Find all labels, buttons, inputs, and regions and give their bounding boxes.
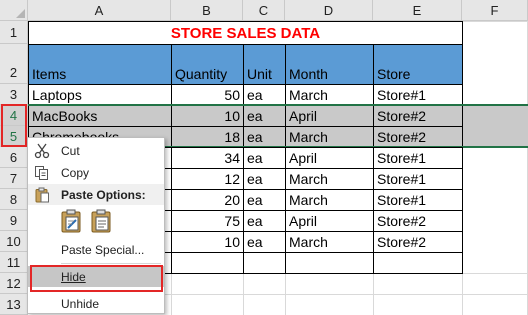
cell-month[interactable]: March [285, 189, 374, 211]
row-header-3[interactable]: 3 [0, 84, 28, 105]
menu-item-label: Paste Special... [61, 242, 145, 257]
header-unit[interactable]: Unit [243, 44, 286, 85]
header-items[interactable]: Items [28, 44, 172, 85]
cell-unit[interactable]: ea [243, 210, 286, 232]
cell-unit[interactable]: ea [243, 231, 286, 253]
menu-item-paste-special[interactable]: Paste Special... [28, 239, 164, 260]
paste-options-label: Paste Options: [61, 187, 146, 202]
paste-values-icon [91, 209, 111, 233]
cell-quantity[interactable]: 50 [171, 84, 244, 106]
cell-unit[interactable]: ea [243, 84, 286, 106]
column-header-d[interactable]: D [285, 0, 373, 21]
menu-item-copy[interactable]: Copy [28, 162, 164, 183]
menu-item-label: Copy [61, 165, 90, 180]
copy-icon [35, 166, 48, 180]
row-header-11[interactable]: 11 [0, 252, 28, 273]
hide-highlight [30, 265, 163, 292]
cell-quantity[interactable]: 34 [171, 147, 244, 169]
cell-month[interactable]: March [285, 231, 374, 253]
paste-option-values[interactable] [89, 208, 115, 234]
cell-store[interactable]: Store#1 [373, 189, 463, 211]
header-quantity[interactable]: Quantity [171, 44, 244, 85]
cell-unit[interactable]: ea [243, 168, 286, 190]
select-all-corner[interactable] [0, 0, 28, 21]
cell-unit[interactable] [243, 252, 286, 274]
cell-store[interactable]: Store#1 [373, 147, 463, 169]
cell-store[interactable]: Store#2 [373, 210, 463, 232]
column-header-a[interactable]: A [28, 0, 171, 21]
column-header-c[interactable]: C [243, 0, 285, 21]
column-header-b[interactable]: B [171, 0, 243, 21]
cell-quantity[interactable]: 10 [171, 231, 244, 253]
row-header-10[interactable]: 10 [0, 231, 28, 252]
cell-unit[interactable]: ea [243, 147, 286, 169]
cell-store[interactable] [373, 252, 463, 274]
row-header-12[interactable]: 12 [0, 273, 28, 294]
cell-quantity[interactable]: 20 [171, 189, 244, 211]
cell-month[interactable]: April [285, 147, 374, 169]
column-header-f[interactable]: F [462, 0, 528, 21]
paste-option-formatting[interactable] [59, 208, 85, 234]
menu-item-cut[interactable]: Cut [28, 140, 164, 161]
menu-item-label: Cut [61, 143, 80, 158]
header-month[interactable]: Month [285, 44, 374, 85]
row-headers-highlight [1, 104, 27, 147]
row-header-8[interactable]: 8 [0, 189, 28, 210]
cell-quantity[interactable]: 75 [171, 210, 244, 232]
menu-item-unhide[interactable]: Unhide [28, 293, 164, 314]
row-header-9[interactable]: 9 [0, 210, 28, 231]
cell-month[interactable]: April [285, 210, 374, 232]
cell-store[interactable]: Store#2 [373, 231, 463, 253]
scissors-icon [34, 143, 50, 159]
paste-format-icon [61, 209, 81, 233]
row-header-1[interactable]: 1 [0, 21, 28, 44]
header-store[interactable]: Store [373, 44, 463, 85]
row-header-6[interactable]: 6 [0, 147, 28, 168]
cell-store[interactable]: Store#1 [373, 84, 463, 106]
cell-month[interactable]: March [285, 168, 374, 190]
clipboard-icon [35, 187, 49, 203]
menu-item-label: Unhide [61, 296, 100, 311]
cell-quantity[interactable] [171, 252, 244, 274]
cell-item[interactable]: Laptops [28, 84, 172, 106]
context-menu: Cut Copy Paste Options: Paste Special...… [27, 137, 165, 314]
cell-month[interactable]: March [285, 84, 374, 106]
paste-options-heading: Paste Options: [28, 184, 164, 205]
row-header-13[interactable]: 13 [0, 294, 28, 315]
row-header-7[interactable]: 7 [0, 168, 28, 189]
cell-month[interactable] [285, 252, 374, 274]
row-header-2[interactable]: 2 [0, 44, 28, 84]
menu-separator [61, 263, 161, 264]
cell-store[interactable]: Store#1 [373, 168, 463, 190]
sheet-title[interactable]: STORE SALES DATA [28, 21, 463, 45]
cell-quantity[interactable]: 12 [171, 168, 244, 190]
cell-unit[interactable]: ea [243, 189, 286, 211]
column-header-e[interactable]: E [373, 0, 462, 21]
